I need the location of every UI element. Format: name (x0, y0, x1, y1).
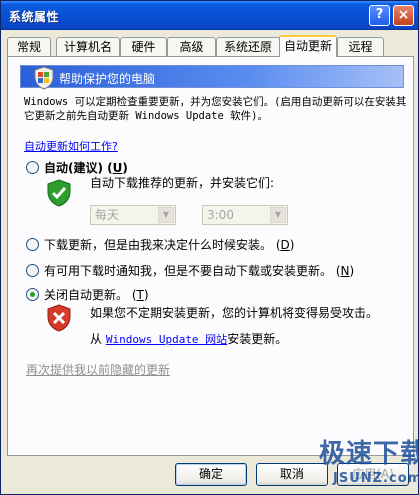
from-prefix: 从 (90, 332, 103, 346)
day-select-value: 每天 (95, 208, 120, 222)
option-notify-label[interactable]: 有可用下载时通知我，但是不要自动下载或安装更新。 (N) (44, 262, 354, 279)
time-select[interactable]: 3:00 ▼ (202, 205, 288, 225)
off-access-key: T (136, 288, 144, 302)
from-suffix: 安装更新。 (227, 332, 288, 346)
close-button[interactable]: × (393, 5, 414, 26)
ok-button[interactable]: 确定 (175, 463, 247, 486)
header-title: 帮助保护您的电脑 (59, 72, 156, 86)
tab-automatic-updates[interactable]: 自动更新 (279, 35, 337, 57)
automatic-label-text: 自动(建议) (44, 161, 103, 175)
option-download-label[interactable]: 下载更新，但是由我来决定什么时候安装。 (D) (44, 236, 294, 253)
day-select[interactable]: 每天 ▼ (90, 205, 176, 225)
notify-access-key: N (340, 264, 350, 278)
download-label-text: 下载更新，但是由我来决定什么时候安装。 (44, 238, 273, 252)
time-select-value: 3:00 (207, 208, 234, 222)
green-shield-check-icon (47, 179, 71, 207)
title-bar[interactable]: 系统属性 ? × (1, 1, 418, 30)
tab-general[interactable]: 常规 (7, 37, 51, 56)
header-banner: 帮助保护您的电脑 (20, 65, 404, 90)
window-title: 系统属性 (9, 10, 60, 24)
windows-shield-icon (34, 66, 54, 90)
cancel-button[interactable]: 取消 (256, 463, 328, 486)
notify-label-text: 有可用下载时通知我，但是不要自动下载或安装更新。 (44, 264, 333, 278)
download-access-key: D (280, 238, 290, 252)
chevron-down-icon: ▼ (158, 207, 174, 223)
update-site-line: 从 Windows Update 网站安装更新。 (90, 330, 287, 347)
tab-remote[interactable]: 远程 (337, 37, 384, 56)
radio-notify[interactable] (26, 264, 39, 277)
site-watermark: 极速下载 JSUNZ.com (319, 433, 419, 493)
chevron-down-icon: ▼ (270, 207, 286, 223)
automatic-access-key: U (112, 161, 123, 175)
automatic-sub-text: 自动下载推荐的更新，并安装它们: (90, 176, 275, 190)
help-button[interactable]: ? (369, 5, 390, 26)
tab-hardware[interactable]: 硬件 (120, 37, 167, 56)
watermark-domain: JSUNZ.com (333, 471, 419, 486)
radio-turn-off[interactable] (26, 288, 39, 301)
radio-automatic[interactable] (26, 161, 39, 174)
system-properties-window: 系统属性 ? × 常规 计算机名 硬件 高级 系统还原 自动更新 远程 帮助保护… (0, 0, 419, 495)
radio-download[interactable] (26, 238, 39, 251)
tab-system-restore[interactable]: 系统还原 (216, 37, 280, 56)
windows-update-website-link[interactable]: Windows Update 网站 (106, 333, 227, 346)
how-it-works-link[interactable]: 自动更新如何工作? (24, 138, 118, 154)
watermark-title: 极速下载 (319, 439, 419, 469)
tab-computer-name[interactable]: 计算机名 (56, 37, 120, 56)
tab-advanced[interactable]: 高级 (167, 37, 216, 56)
reoffer-hidden-updates-link[interactable]: 再次提供我以前隐藏的更新 (26, 361, 170, 378)
option-off-label[interactable]: 关闭自动更新。 (T) (44, 286, 149, 303)
automatic-updates-panel: 帮助保护您的电脑 Windows 可以定期检查重要更新，并为您安装它们。(启用自… (7, 56, 414, 456)
off-label-text: 关闭自动更新。 (44, 288, 129, 302)
red-shield-x-icon (47, 304, 71, 332)
description-text: Windows 可以定期检查重要更新，并为您安装它们。(启用自动更新可以在安装其… (24, 96, 407, 122)
off-warning-text: 如果您不定期安装更新，您的计算机将变得易受攻击。 (90, 306, 379, 320)
